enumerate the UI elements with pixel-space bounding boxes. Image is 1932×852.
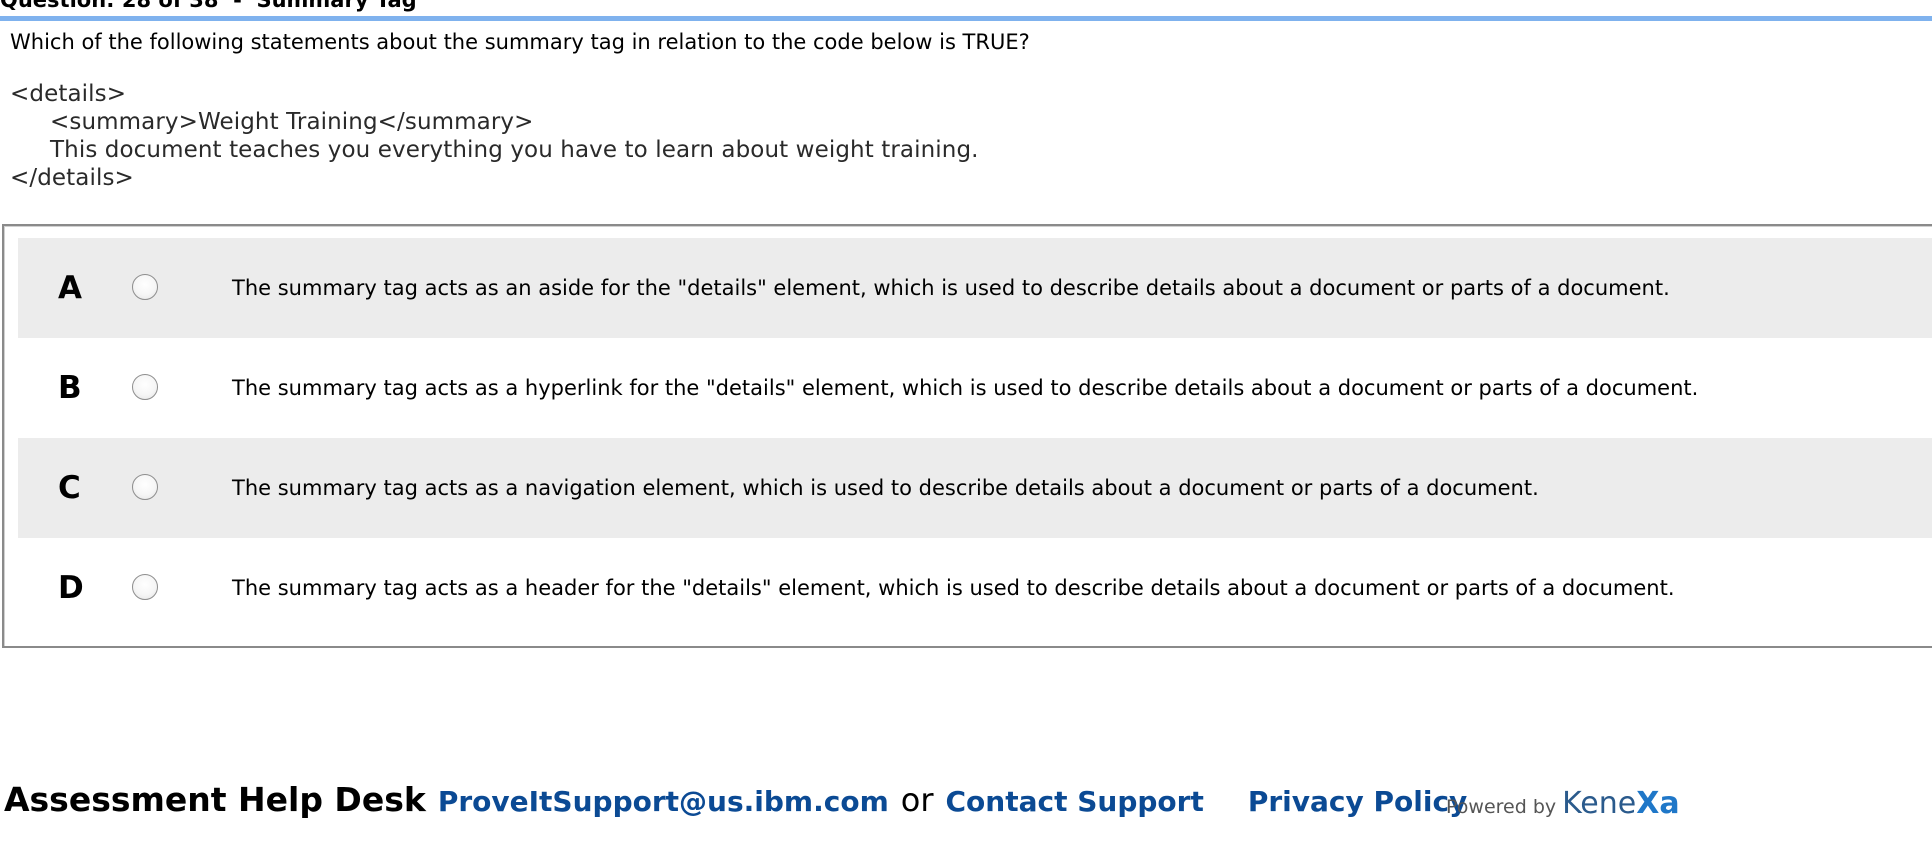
code-line: <summary>Weight Training</summary>	[50, 109, 534, 135]
radio-button-b[interactable]	[132, 374, 158, 400]
radio-button-c[interactable]	[132, 474, 158, 500]
question-header-bar: Question: 28 of 38 - Summary Tag	[0, 0, 1932, 21]
kenexa-logo-mark: Xa	[1636, 786, 1680, 821]
answer-option-c[interactable]: C The summary tag acts as a navigation e…	[18, 438, 1932, 538]
answer-option-b[interactable]: B The summary tag acts as a hyperlink fo…	[18, 338, 1932, 438]
contact-support-link[interactable]: Contact Support	[945, 785, 1203, 818]
option-text[interactable]: The summary tag acts as a hyperlink for …	[232, 338, 1698, 438]
option-letter: C	[58, 470, 81, 506]
powered-by-label: Powered by	[1446, 796, 1557, 818]
option-text[interactable]: The summary tag acts as an aside for the…	[232, 238, 1670, 338]
kenexa-logo: KeneXa	[1562, 786, 1679, 821]
kenexa-logo-text: Kene	[1562, 786, 1637, 821]
code-line: This document teaches you everything you…	[50, 137, 979, 163]
or-label: or	[900, 781, 934, 819]
powered-by-logo: Powered by KeneXa	[1446, 786, 1680, 821]
code-line: <details>	[10, 81, 127, 107]
option-letter: B	[58, 370, 82, 406]
option-text[interactable]: The summary tag acts as a header for the…	[232, 538, 1675, 638]
option-letter: A	[58, 270, 82, 306]
support-email-link[interactable]: ProveItSupport@us.ibm.com	[438, 785, 889, 818]
option-text[interactable]: The summary tag acts as a navigation ele…	[232, 438, 1539, 538]
radio-button-d[interactable]	[132, 574, 158, 600]
answer-option-d[interactable]: D The summary tag acts as a header for t…	[18, 538, 1932, 638]
answer-option-a[interactable]: A The summary tag acts as an aside for t…	[18, 238, 1932, 338]
option-letter: D	[58, 570, 84, 606]
footer: Assessment Help Desk ProveItSupport@us.i…	[4, 780, 1467, 824]
code-block: <details> <summary>Weight Training</summ…	[10, 80, 979, 192]
radio-button-a[interactable]	[132, 274, 158, 300]
privacy-policy-link[interactable]: Privacy Policy	[1248, 785, 1467, 818]
question-prompt: Which of the following statements about …	[10, 30, 1030, 54]
answer-options-panel: A The summary tag acts as an aside for t…	[2, 224, 1932, 648]
code-line: </details>	[10, 165, 134, 191]
help-desk-label: Assessment Help Desk	[4, 780, 426, 819]
question-title: Question: 28 of 38 - Summary Tag	[0, 0, 417, 12]
